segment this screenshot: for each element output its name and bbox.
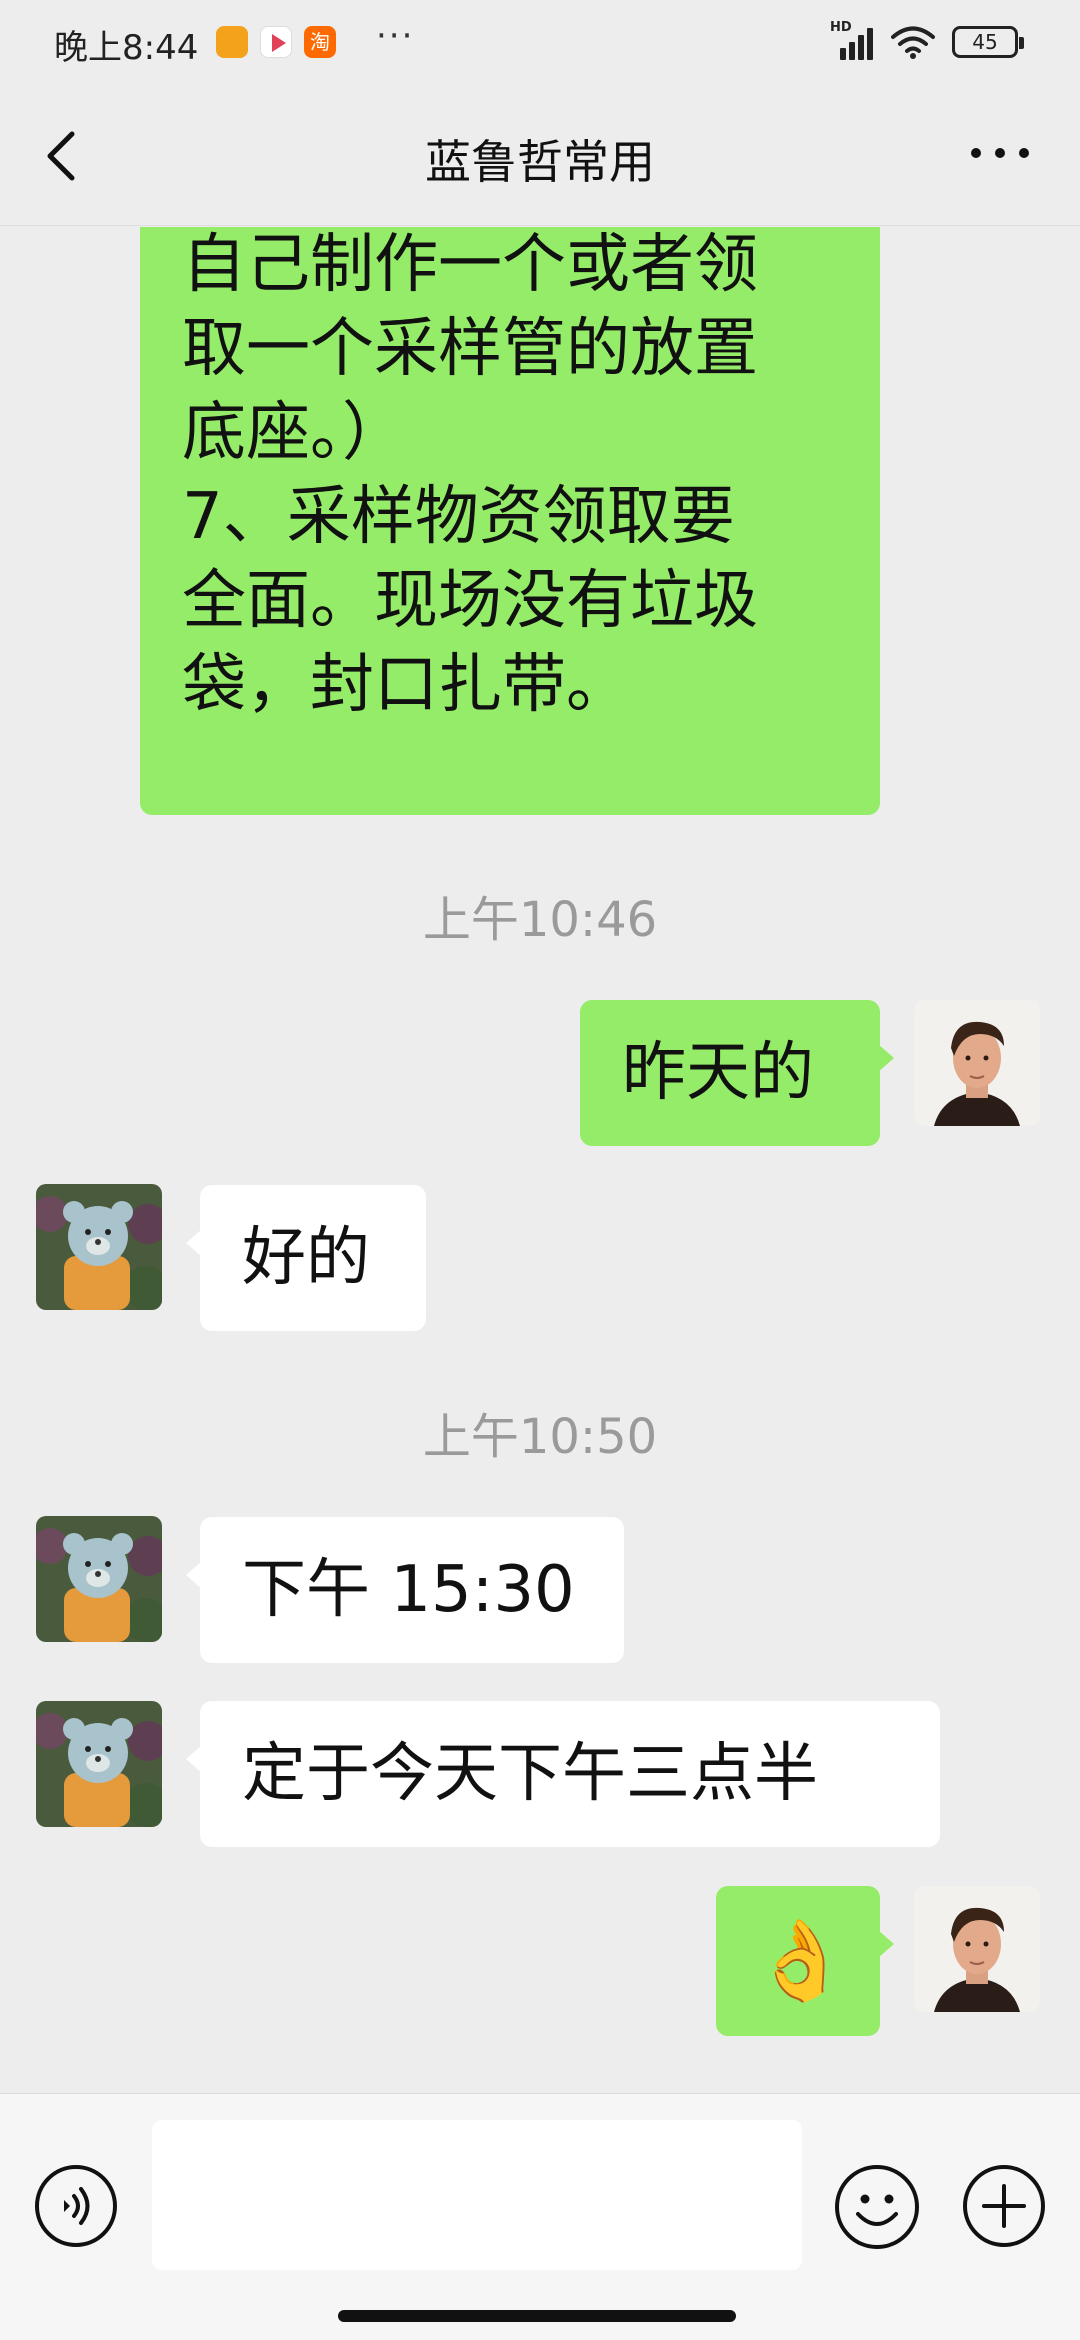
- timestamp: 上午10:46: [422, 892, 658, 948]
- message-text: 定于今天下午三点半: [242, 1737, 818, 1811]
- home-indicator[interactable]: [338, 2310, 736, 2322]
- network-type-label: HD: [830, 20, 852, 35]
- status-bar: 晚上8:44 淘 ··· HD 45: [0, 0, 1080, 90]
- chat-title: 蓝鲁哲常用: [425, 135, 655, 189]
- my-avatar[interactable]: [914, 1000, 1040, 1126]
- outgoing-message[interactable]: 自己制作一个或者领 取一个采样管的放置 底座。） 7、采样物资领取要 全面。现场…: [140, 227, 880, 815]
- voice-icon[interactable]: [34, 2164, 118, 2248]
- ok-hand-emoji: 👌: [752, 1916, 850, 2006]
- incoming-message[interactable]: 好的: [186, 1185, 426, 1331]
- timestamp: 上午10:50: [422, 1409, 658, 1465]
- status-indicators: HD 45: [830, 20, 1024, 60]
- more-dots-icon[interactable]: [968, 138, 1032, 168]
- outgoing-message[interactable]: 👌: [716, 1886, 894, 2036]
- incoming-message[interactable]: 下午 15:30: [186, 1517, 624, 1663]
- more-notifications-icon: ···: [376, 16, 415, 56]
- message-text: 好的: [242, 1221, 370, 1295]
- chat-header: 蓝鲁哲常用: [0, 90, 1080, 226]
- message-text: 下午 15:30: [242, 1553, 575, 1627]
- contact-avatar[interactable]: [36, 1701, 162, 1827]
- incoming-message[interactable]: 定于今天下午三点半: [186, 1701, 940, 1847]
- wifi-icon: [891, 26, 935, 59]
- outgoing-message[interactable]: 昨天的: [580, 1000, 894, 1146]
- message-app-icon: [216, 26, 248, 58]
- battery-icon: 45: [952, 26, 1024, 58]
- video-app-icon: [260, 26, 292, 58]
- message-list[interactable]: 自己制作一个或者领 取一个采样管的放置 底座。） 7、采样物资领取要 全面。现场…: [0, 227, 1080, 2093]
- plus-icon[interactable]: [962, 2164, 1046, 2248]
- my-avatar[interactable]: [914, 1886, 1040, 2012]
- contact-avatar[interactable]: [36, 1516, 162, 1642]
- notification-icons: 淘: [216, 26, 336, 58]
- taobao-app-icon: 淘: [304, 26, 336, 58]
- status-time: 晚上8:44: [54, 28, 199, 68]
- cell-signal-icon: HD: [830, 20, 874, 60]
- message-text: 昨天的: [622, 1036, 814, 1110]
- message-input[interactable]: [152, 2120, 802, 2270]
- input-bar: [0, 2093, 1080, 2340]
- emoji-icon[interactable]: [834, 2164, 920, 2250]
- contact-avatar[interactable]: [36, 1184, 162, 1310]
